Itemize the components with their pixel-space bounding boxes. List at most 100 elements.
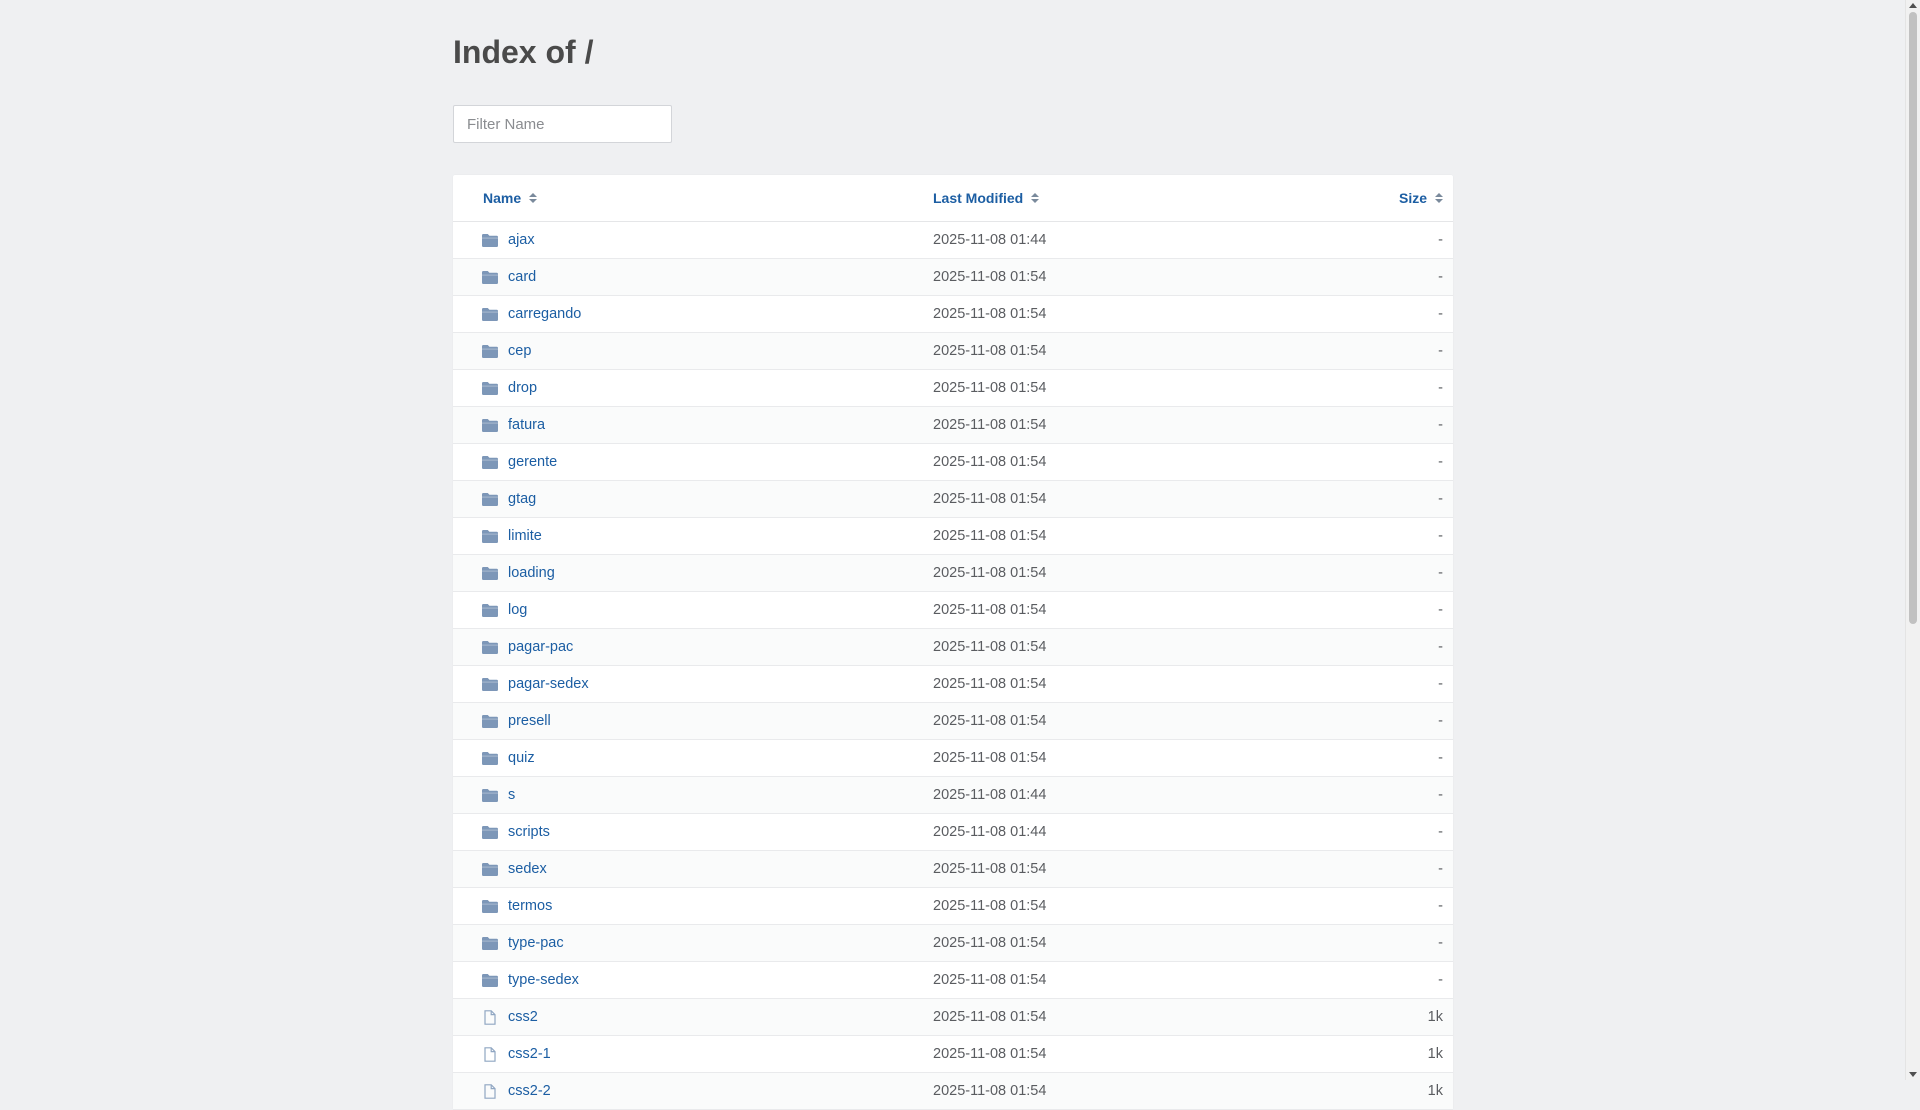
folder-icon [481, 566, 499, 581]
entry-size: - [1438, 269, 1443, 285]
folder-icon [481, 862, 499, 877]
entry-size: - [1438, 306, 1443, 322]
folder-link[interactable]: card [481, 259, 536, 295]
folder-icon [481, 492, 499, 507]
scroll-up-icon[interactable] [1909, 3, 1917, 8]
folder-link[interactable]: presell [481, 703, 551, 739]
table-row: quiz 2025-11-08 01:54 - [453, 740, 1453, 777]
entry-modified: 2025-11-08 01:54 [933, 491, 1047, 507]
folder-icon [481, 455, 499, 470]
entry-size: - [1438, 713, 1443, 729]
folder-link[interactable]: termos [481, 888, 552, 924]
entry-size: - [1438, 639, 1443, 655]
folder-link[interactable]: fatura [481, 407, 545, 443]
table-row: css2 2025-11-08 01:54 1k [453, 999, 1453, 1036]
entry-modified: 2025-11-08 01:44 [933, 232, 1047, 248]
directory-listing: Name Last Modified Size ajax 2025-11-08 0… [453, 175, 1453, 1110]
vertical-scrollbar[interactable] [1905, 0, 1920, 1080]
folder-link[interactable]: pagar-pac [481, 629, 573, 665]
file-link[interactable]: css2 [481, 999, 538, 1035]
file-icon [481, 1083, 499, 1099]
entry-modified: 2025-11-08 01:54 [933, 898, 1047, 914]
table-row: css2-1 2025-11-08 01:54 1k [453, 1036, 1453, 1073]
folder-link[interactable]: s [481, 777, 515, 813]
entry-size: - [1438, 676, 1443, 692]
entry-modified: 2025-11-08 01:54 [933, 269, 1047, 285]
entry-name: type-sedex [508, 972, 579, 988]
entry-name: sedex [508, 861, 547, 877]
name-column-label: Name [483, 190, 522, 206]
sort-icon [1435, 193, 1443, 203]
table-row: log 2025-11-08 01:54 - [453, 592, 1453, 629]
sort-by-size-button[interactable]: Size [1399, 190, 1443, 206]
folder-link[interactable]: log [481, 592, 527, 628]
sort-by-modified-button[interactable]: Last Modified [933, 190, 1040, 206]
folder-link[interactable]: gerente [481, 444, 557, 480]
entry-name: quiz [508, 750, 535, 766]
entry-name: gtag [508, 491, 537, 507]
file-icon [481, 1046, 499, 1062]
file-link[interactable]: css2-2 [481, 1073, 551, 1109]
folder-link[interactable]: gtag [481, 481, 536, 517]
table-row: loading 2025-11-08 01:54 - [453, 555, 1453, 592]
table-row: pagar-sedex 2025-11-08 01:54 - [453, 666, 1453, 703]
filter-name-input[interactable] [453, 105, 672, 143]
folder-icon [481, 640, 499, 655]
folder-link[interactable]: pagar-sedex [481, 666, 589, 702]
entry-size: - [1438, 750, 1443, 766]
scroll-down-icon[interactable] [1909, 1072, 1917, 1077]
entry-modified: 2025-11-08 01:44 [933, 787, 1047, 803]
folder-icon [481, 899, 499, 914]
entry-size: - [1438, 528, 1443, 544]
entry-size: - [1438, 417, 1443, 433]
table-row: presell 2025-11-08 01:54 - [453, 703, 1453, 740]
folder-icon [481, 751, 499, 766]
entry-modified: 2025-11-08 01:54 [933, 454, 1047, 470]
entry-modified: 2025-11-08 01:54 [933, 676, 1047, 692]
folder-link[interactable]: loading [481, 555, 555, 591]
folder-link[interactable]: type-pac [481, 925, 564, 961]
entry-modified: 2025-11-08 01:54 [933, 528, 1047, 544]
entry-modified: 2025-11-08 01:54 [933, 306, 1047, 322]
entry-modified: 2025-11-08 01:54 [933, 1046, 1047, 1062]
table-row: card 2025-11-08 01:54 - [453, 259, 1453, 296]
entry-modified: 2025-11-08 01:54 [933, 380, 1047, 396]
entry-name: css2-1 [508, 1046, 551, 1062]
file-link[interactable]: css2-1 [481, 1036, 551, 1072]
entry-modified: 2025-11-08 01:54 [933, 1083, 1047, 1099]
entry-name: log [508, 602, 528, 618]
folder-link[interactable]: type-sedex [481, 962, 579, 998]
table-row: scripts 2025-11-08 01:44 - [453, 814, 1453, 851]
entry-modified: 2025-11-08 01:54 [933, 972, 1047, 988]
table-row: fatura 2025-11-08 01:54 - [453, 407, 1453, 444]
entry-name: cep [508, 343, 532, 359]
entry-name: card [508, 269, 537, 285]
page-title: Index of / [453, 34, 594, 70]
folder-link[interactable]: cep [481, 333, 531, 369]
table-row: gerente 2025-11-08 01:54 - [453, 444, 1453, 481]
folder-icon [481, 788, 499, 803]
sort-by-name-button[interactable]: Name [483, 190, 538, 206]
entry-size: - [1438, 787, 1443, 803]
folder-link[interactable]: scripts [481, 814, 550, 850]
entry-size: - [1438, 898, 1443, 914]
table-row: gtag 2025-11-08 01:54 - [453, 481, 1453, 518]
folder-link[interactable]: sedex [481, 851, 547, 887]
table-row: pagar-pac 2025-11-08 01:54 - [453, 629, 1453, 666]
table-row: css2-2 2025-11-08 01:54 1k [453, 1073, 1453, 1110]
entry-name: css2-2 [508, 1083, 551, 1099]
scrollbar-thumb[interactable] [1909, 12, 1917, 624]
folder-link[interactable]: drop [481, 370, 537, 406]
entry-name: s [508, 787, 516, 803]
entry-name: type-pac [508, 935, 564, 951]
folder-link[interactable]: ajax [481, 222, 535, 258]
entry-name: carregando [508, 306, 582, 322]
sort-icon [1031, 193, 1040, 203]
folder-link[interactable]: limite [481, 518, 542, 554]
table-row: termos 2025-11-08 01:54 - [453, 888, 1453, 925]
entry-size: - [1438, 343, 1443, 359]
entry-name: ajax [508, 232, 535, 248]
folder-link[interactable]: carregando [481, 296, 581, 332]
folder-link[interactable]: quiz [481, 740, 535, 776]
entry-modified: 2025-11-08 01:54 [933, 639, 1047, 655]
